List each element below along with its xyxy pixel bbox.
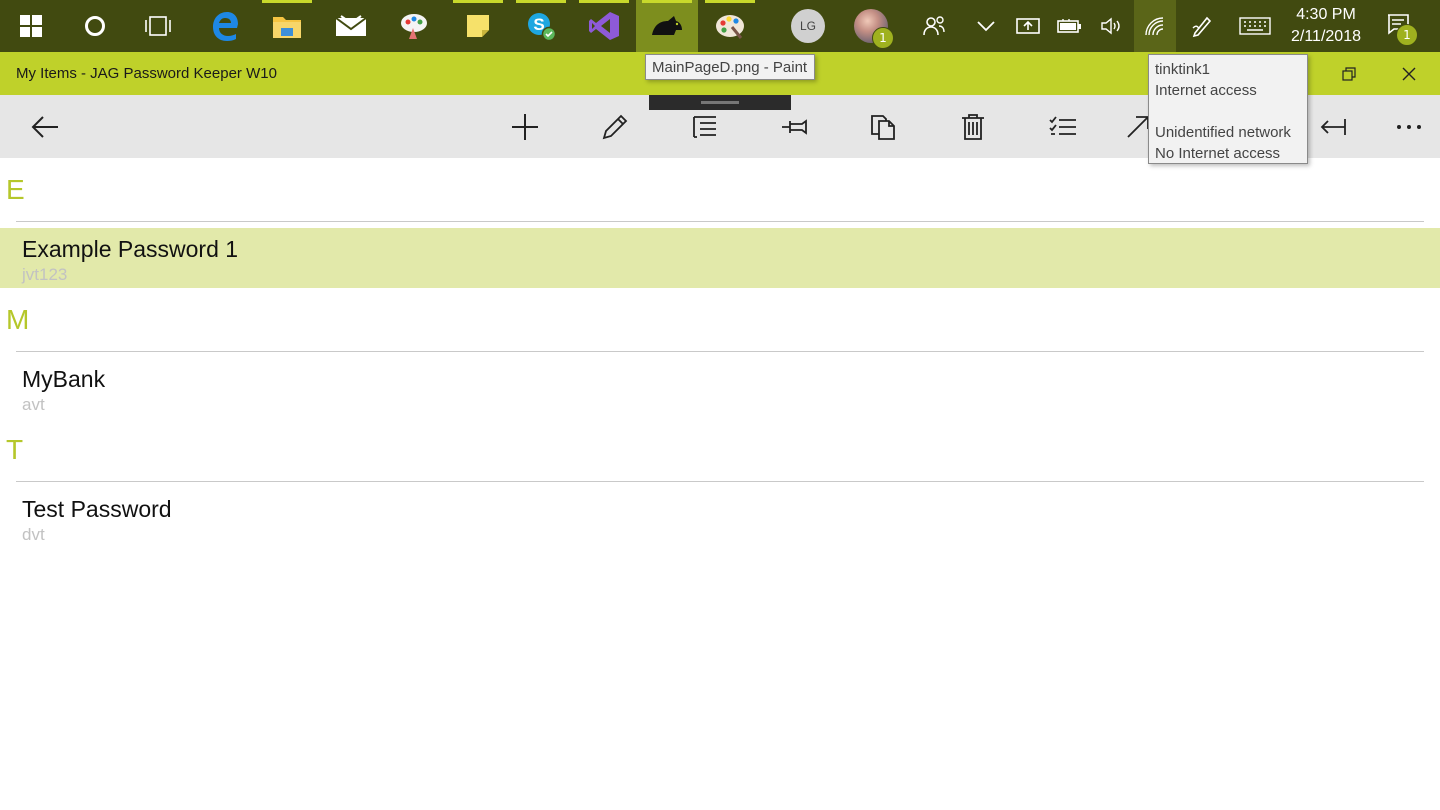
- onedrive-upload-icon[interactable]: [1007, 0, 1049, 52]
- item-title: MyBank: [22, 366, 106, 392]
- drag-handle[interactable]: [649, 95, 791, 110]
- action-center-icon[interactable]: 1: [1376, 0, 1422, 52]
- network-status: Internet access: [1155, 82, 1257, 99]
- pen-workspace-icon[interactable]: [1181, 0, 1223, 52]
- clock-time: 4:30 PM: [1296, 6, 1356, 23]
- people-contact-lg[interactable]: LG: [786, 0, 830, 52]
- more-options-button[interactable]: [1379, 95, 1439, 158]
- visual-studio-icon[interactable]: [573, 0, 635, 52]
- task-view-icon[interactable]: [127, 0, 189, 52]
- item-title: Test Password: [22, 496, 172, 522]
- jag-password-keeper-icon[interactable]: [636, 0, 698, 52]
- cortana-icon[interactable]: [64, 0, 126, 52]
- volume-icon[interactable]: [1091, 0, 1133, 52]
- paint-3d-icon[interactable]: [384, 0, 446, 52]
- delete-button[interactable]: [943, 95, 1003, 158]
- close-button[interactable]: [1380, 52, 1438, 95]
- taskbar: S LG 1 4:30 PM 2/11/2018 1: [0, 0, 1440, 52]
- network-secondary: Unidentified network: [1155, 124, 1291, 141]
- copy-button[interactable]: [853, 95, 913, 158]
- list-item[interactable]: Test Password dvt: [0, 488, 1440, 548]
- sign-out-button[interactable]: [1303, 95, 1363, 158]
- network-secondary-status: No Internet access: [1155, 145, 1281, 162]
- list-item[interactable]: Example Password 1 jvt123: [0, 228, 1440, 288]
- avatar: 1: [854, 9, 894, 49]
- item-username: avt: [22, 395, 45, 414]
- touch-keyboard-icon[interactable]: [1232, 0, 1278, 52]
- clock[interactable]: 4:30 PM 2/11/2018: [1284, 0, 1368, 52]
- mail-icon[interactable]: [320, 0, 382, 52]
- chevron-down-icon[interactable]: [965, 0, 1007, 52]
- paint-thumbnail-tooltip: MainPageD.png - Paint: [645, 54, 815, 80]
- network-spacer: [1155, 101, 1301, 122]
- skype-icon[interactable]: S: [510, 0, 572, 52]
- group-divider: [16, 221, 1424, 222]
- group-header-e[interactable]: E: [6, 174, 25, 206]
- item-username: dvt: [22, 525, 45, 544]
- notification-badge: 1: [872, 27, 894, 49]
- item-title: Example Password 1: [22, 236, 239, 262]
- network-wifi-icon[interactable]: [1134, 0, 1176, 52]
- add-button[interactable]: [495, 95, 555, 158]
- windows-start-icon[interactable]: [0, 0, 62, 52]
- list-item[interactable]: MyBank avt: [0, 358, 1440, 418]
- network-ssid: tinktink1: [1155, 61, 1211, 78]
- people-contact-photo[interactable]: 1: [849, 0, 894, 52]
- edge-icon[interactable]: [194, 0, 256, 52]
- group-header-t[interactable]: T: [6, 434, 23, 466]
- battery-icon[interactable]: [1049, 0, 1091, 52]
- file-explorer-icon[interactable]: [256, 0, 318, 52]
- item-username: jvt123: [22, 265, 68, 284]
- notification-badge: 1: [1396, 24, 1418, 46]
- group-header-m[interactable]: M: [6, 304, 29, 336]
- clock-date: 2/11/2018: [1291, 28, 1361, 45]
- group-divider: [16, 481, 1424, 482]
- group-divider: [16, 351, 1424, 352]
- network-tooltip: tinktink1 Internet access Unidentified n…: [1148, 54, 1308, 164]
- edit-button[interactable]: [585, 95, 645, 158]
- avatar: LG: [791, 9, 825, 43]
- paint-icon[interactable]: [699, 0, 761, 52]
- people-icon[interactable]: [913, 0, 955, 52]
- sticky-notes-icon[interactable]: [447, 0, 509, 52]
- restore-button[interactable]: [1320, 52, 1378, 95]
- select-mode-button[interactable]: [1033, 95, 1093, 158]
- window-title: My Items - JAG Password Keeper W10: [16, 65, 277, 82]
- back-button[interactable]: [15, 95, 75, 158]
